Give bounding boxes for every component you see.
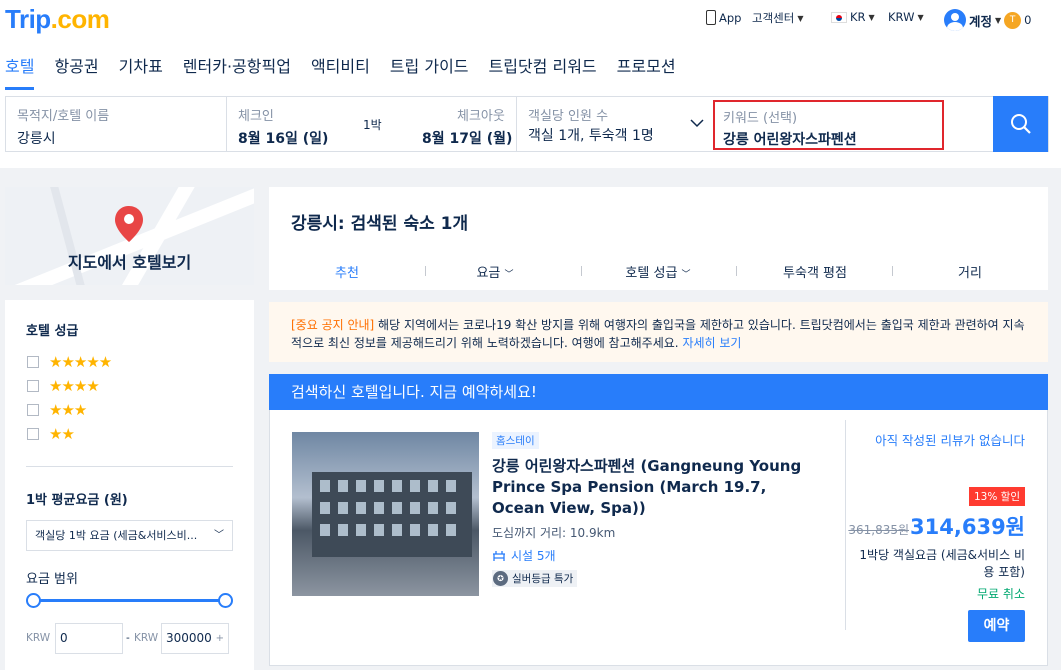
map-pin-icon [115, 206, 143, 242]
account-menu[interactable]: 계정 ▼ T 0 [944, 9, 1032, 31]
nav-trip-guide[interactable]: 트립 가이드 [390, 53, 469, 90]
caret-down-icon: ▼ [868, 12, 875, 22]
results-title: 강릉시: 검색된 숙소 1개 [291, 214, 469, 234]
chevron-down-icon: ﹀ [681, 270, 691, 280]
notice-details-link[interactable]: 자세히 보기 [682, 336, 741, 350]
destination-field[interactable]: 목적지/호텔 이름 강릉시 [6, 97, 227, 151]
sort-distance[interactable]: 거리 [958, 262, 982, 281]
search-bar: 목적지/호텔 이름 강릉시 체크인 8월 16일 (일) 1박 체크아웃 8월 … [5, 96, 1049, 152]
book-button[interactable]: 예약 [968, 610, 1025, 642]
coin-icon: T [1004, 11, 1022, 29]
checkin-date: 8월 16일 (일) [238, 131, 329, 147]
hotel-card[interactable]: 홈스테이 강릉 어린왕자스파펜션 (Gangneung Young Prince… [269, 410, 1048, 666]
guests-field[interactable]: 객실당 인원 수 객실 1개, 투숙객 1명 [517, 97, 712, 151]
price-range-title: 요금 범위 [26, 572, 78, 587]
category-badge: 홈스테이 [492, 432, 539, 449]
free-cancel-text: 무료 취소 [977, 587, 1025, 601]
price-slider-min-handle[interactable] [26, 593, 41, 608]
korea-flag-icon [831, 11, 847, 23]
nav-promotions[interactable]: 프로모션 [617, 53, 676, 90]
search-icon [1010, 114, 1031, 134]
trip-logo[interactable]: Trip.com [5, 4, 110, 35]
distance-text: 도심까지 거리: 10.9km [492, 526, 616, 540]
main-nav: 호텔 항공권 기차표 렌터카·공항픽업 액티비티 트립 가이드 트립닷컴 리워드… [5, 53, 696, 90]
top-header: Trip.com App 고객센터 ▼ KR ▼ KRW ▼ 계정 ▼ T 0 호텔 항… [0, 0, 1061, 168]
chevron-down-icon: ﹀ [504, 270, 514, 280]
facilities-link[interactable]: 시설 5개 [492, 547, 556, 564]
caret-down-icon: ▼ [797, 13, 804, 23]
medal-icon: ✪ [493, 571, 508, 586]
keyword-field[interactable]: 키워드 (선택) 강릉 어린왕자스파펜션 [713, 100, 944, 150]
sort-recommended[interactable]: 추천 [335, 262, 359, 281]
price-slider-track[interactable] [33, 599, 226, 602]
checkout-date: 8월 17일 (월) [422, 131, 513, 147]
divider [26, 466, 233, 467]
star-option-3[interactable]: ★★★ [27, 401, 87, 419]
nights-count: 1박 [363, 118, 382, 132]
search-button[interactable] [993, 96, 1048, 152]
covid-notice: [중요 공지 안내] 해당 지역에서는 코로나19 확산 방지를 위해 여행자의… [269, 302, 1048, 362]
price-block: 361,835원 314,639원 [848, 511, 1025, 541]
support-menu[interactable]: 고객센터 ▼ [752, 10, 803, 26]
price-type-select[interactable]: 객실당 1박 요금 (세금&서비스비... ﹀ [26, 520, 233, 551]
current-price: 314,639원 [910, 515, 1025, 539]
results-header: 강릉시: 검색된 숙소 1개 추천 요금 ﹀ 호텔 성급 ﹀ 투숙객 평점 거리 [269, 187, 1048, 290]
price-title: 1박 평균요금 (원) [26, 493, 128, 508]
sort-price[interactable]: 요금 ﹀ [476, 262, 513, 281]
filter-panel: 호텔 성급 ★★★★★ ★★★★ ★★★ ★★ 1박 평균요금 (원) 객실당 … [5, 300, 254, 670]
nav-flights[interactable]: 항공권 [54, 53, 98, 90]
points-count: 0 [1024, 13, 1032, 27]
nav-trains[interactable]: 기차표 [119, 53, 163, 90]
nav-rewards[interactable]: 트립닷컴 리워드 [489, 53, 597, 90]
checkbox[interactable] [27, 380, 39, 392]
checkbox[interactable] [27, 356, 39, 368]
star-rating-title: 호텔 성급 [26, 324, 79, 339]
original-price: 361,835원 [848, 523, 910, 537]
caret-down-icon: ▼ [995, 15, 1002, 25]
review-status: 아직 작성된 리뷰가 없습니다 [875, 433, 1025, 448]
silver-tier-badge: ✪ 실버등급 특가 [492, 570, 578, 587]
building-graphic [312, 472, 472, 557]
facility-icon [493, 551, 505, 561]
sort-bar: 추천 요금 ﹀ 호텔 성급 ﹀ 투숙객 평점 거리 [269, 254, 1048, 284]
star-option-4[interactable]: ★★★★ [27, 377, 100, 395]
price-note: 1박당 객실요금 (세금&서비스 비용 포함) [859, 548, 1025, 579]
phone-icon [706, 10, 716, 25]
checkbox[interactable] [27, 428, 39, 440]
max-price-input[interactable]: 300000 + [161, 623, 229, 654]
hotel-photo[interactable] [292, 432, 479, 596]
app-link[interactable]: App [706, 10, 741, 25]
caret-down-icon: ▼ [917, 12, 924, 22]
sort-guest-rating[interactable]: 투숙객 평점 [783, 262, 847, 281]
chevron-down-icon: ﹀ [214, 530, 224, 541]
checkbox[interactable] [27, 404, 39, 416]
divider [845, 420, 846, 630]
price-slider-max-handle[interactable] [218, 593, 233, 608]
nav-hotels[interactable]: 호텔 [5, 53, 35, 90]
hotel-name[interactable]: 강릉 어린왕자스파펜션 (Gangneung Young Prince Spa … [492, 456, 822, 519]
avatar-icon [944, 9, 966, 31]
chevron-down-icon [690, 119, 704, 128]
star-option-2[interactable]: ★★ [27, 425, 75, 443]
star-option-5[interactable]: ★★★★★ [27, 353, 112, 371]
map-view-card[interactable]: 지도에서 호텔보기 [5, 187, 254, 285]
locale-menu[interactable]: KR ▼ [831, 10, 875, 24]
nav-car-rental[interactable]: 렌터카·공항픽업 [183, 53, 291, 90]
discount-badge: 13% 할인 [969, 487, 1025, 506]
date-field[interactable]: 체크인 8월 16일 (일) 1박 체크아웃 8월 17일 (월) [227, 97, 517, 151]
left-sidebar: 지도에서 호텔보기 호텔 성급 ★★★★★ ★★★★ ★★★ ★★ 1박 평균요… [5, 187, 254, 670]
nav-activities[interactable]: 액티비티 [311, 53, 370, 90]
currency-menu[interactable]: KRW ▼ [888, 10, 924, 24]
min-price-input[interactable]: 0 [55, 623, 123, 654]
sort-star-rating[interactable]: 호텔 성급 ﹀ [625, 262, 690, 281]
result-banner: 검색하신 호텔입니다. 지금 예약하세요! [269, 374, 1048, 410]
